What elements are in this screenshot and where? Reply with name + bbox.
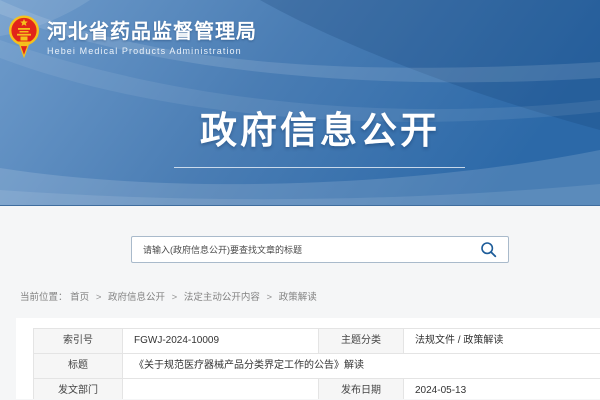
table-row: 索引号 FGWJ-2024-10009 主题分类 法规文件 / 政策解读: [34, 329, 600, 354]
breadcrumb-separator: >: [267, 292, 273, 303]
table-row: 标题 《关于规范医疗器械产品分类界定工作的公告》解读: [34, 354, 600, 379]
org-name-en: Hebei Medical Products Administration: [47, 46, 257, 56]
search-icon: [480, 241, 497, 258]
title-underline: [174, 167, 465, 168]
page-title: 政府信息公开: [150, 112, 490, 149]
field-label-topic-category: 主题分类: [319, 329, 404, 354]
content-area: 当前位置： 首页 > 政府信息公开 > 法定主动公开内容 > 政策解读 索引号 …: [0, 206, 600, 399]
breadcrumb: 当前位置： 首页 > 政府信息公开 > 法定主动公开内容 > 政策解读: [20, 289, 317, 303]
search-box: [131, 236, 509, 263]
search-input[interactable]: [132, 237, 474, 262]
breadcrumb-current: 政策解读: [279, 292, 317, 303]
search-button[interactable]: [474, 237, 508, 262]
breadcrumb-separator: >: [172, 292, 178, 303]
field-label-publish-date: 发布日期: [319, 379, 404, 400]
site-logo[interactable]: 河北省药品监督管理局 Hebei Medical Products Admini…: [8, 14, 257, 58]
site-banner: 河北省药品监督管理局 Hebei Medical Products Admini…: [0, 0, 600, 206]
field-label-issuing-dept: 发文部门: [34, 379, 123, 400]
field-value-title: 《关于规范医疗器械产品分类界定工作的公告》解读: [123, 354, 600, 379]
field-label-index-no: 索引号: [34, 329, 123, 354]
breadcrumb-link-statutory-disclosure[interactable]: 法定主动公开内容: [184, 292, 260, 303]
field-value-topic-category: 法规文件 / 政策解读: [404, 329, 600, 354]
breadcrumb-separator: >: [96, 292, 102, 303]
info-card: 索引号 FGWJ-2024-10009 主题分类 法规文件 / 政策解读 标题 …: [16, 318, 600, 399]
breadcrumb-label: 当前位置：: [20, 292, 68, 303]
national-emblem-icon: [8, 14, 40, 58]
field-value-issuing-dept: [123, 379, 319, 400]
org-name-zh: 河北省药品监督管理局: [47, 21, 257, 43]
breadcrumb-link-info-disclosure[interactable]: 政府信息公开: [108, 292, 165, 303]
banner-title-wrap: 政府信息公开: [150, 112, 490, 149]
info-table: 索引号 FGWJ-2024-10009 主题分类 法规文件 / 政策解读 标题 …: [33, 328, 600, 399]
field-label-title: 标题: [34, 354, 123, 379]
brand-text: 河北省药品监督管理局 Hebei Medical Products Admini…: [47, 14, 257, 56]
table-row: 发文部门 发布日期 2024-05-13: [34, 379, 600, 400]
breadcrumb-link-home[interactable]: 首页: [70, 292, 89, 303]
field-value-index-no: FGWJ-2024-10009: [123, 329, 319, 354]
field-value-publish-date: 2024-05-13: [404, 379, 600, 400]
